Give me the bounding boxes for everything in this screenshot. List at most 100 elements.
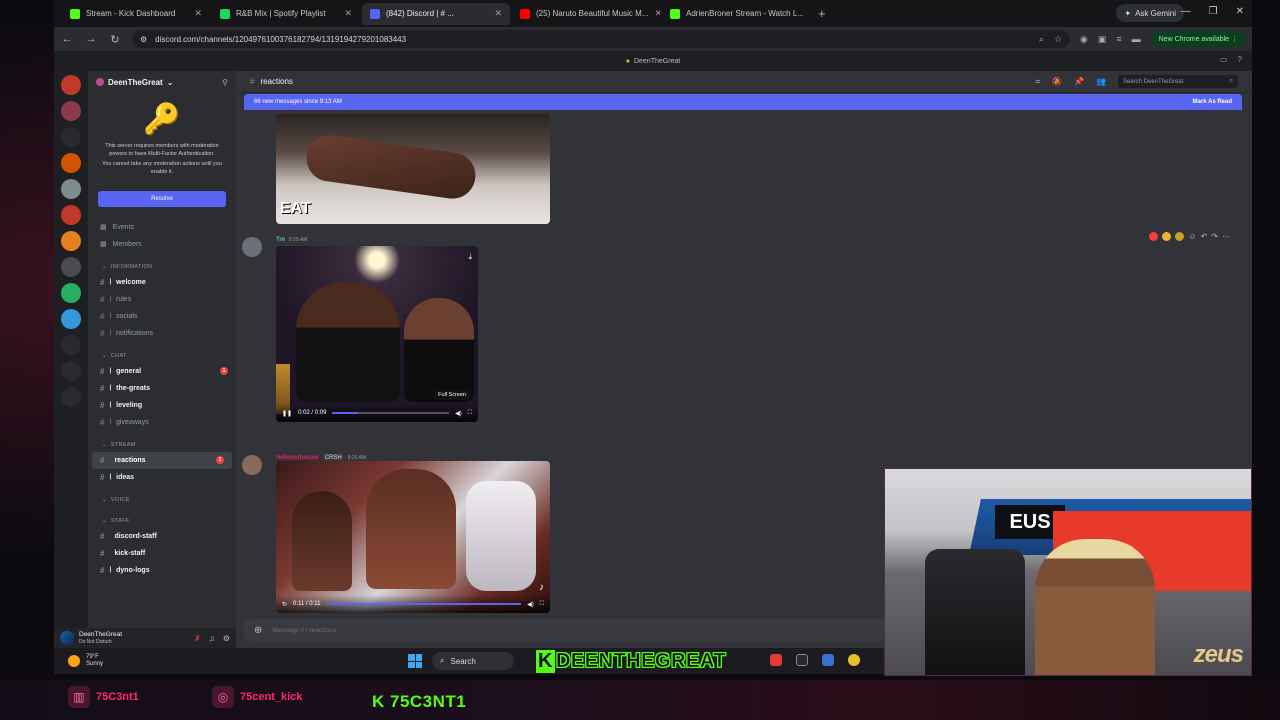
new-messages-bar[interactable]: 66 new messages since 9:13 AM Mark As Re…	[244, 94, 1242, 110]
headphones-icon[interactable]: ♫	[209, 634, 215, 643]
search-input[interactable]: Search DeenTheGreat ⌕	[1118, 75, 1238, 88]
pin-icon[interactable]: 📌	[1074, 77, 1084, 86]
server-icon[interactable]	[61, 101, 81, 121]
author-name[interactable]: Tre	[276, 237, 285, 243]
server-icon[interactable]	[61, 153, 81, 173]
settings-gear-icon[interactable]: ⚙	[223, 634, 230, 643]
reload-icon[interactable]: ↻	[108, 33, 122, 46]
category-staff[interactable]: ⌄ STAFF	[88, 514, 236, 528]
video-embed-3[interactable]: ♪ ↻ 0:11 / 0:11 ◀) ⛶	[276, 461, 550, 613]
channel-ideas[interactable]: # | ideas	[88, 469, 236, 486]
avatar[interactable]	[60, 631, 74, 645]
calculator-app-icon[interactable]	[822, 654, 834, 666]
nav-link-events[interactable]: ▦ Events	[88, 219, 236, 236]
server-icon[interactable]	[61, 361, 81, 381]
server-icon[interactable]	[61, 283, 81, 303]
close-icon[interactable]: ✕	[1236, 6, 1244, 17]
server-icon[interactable]	[61, 309, 81, 329]
server-icon[interactable]	[61, 127, 81, 147]
reply-icon[interactable]: ↶	[1201, 232, 1208, 241]
member-list-icon[interactable]: 👥	[1096, 77, 1106, 86]
channel-notifications[interactable]: # | notifications	[88, 325, 236, 342]
close-tab-icon[interactable]: ✕	[494, 8, 502, 19]
youtube-app-icon[interactable]	[770, 654, 782, 666]
video-progress[interactable]	[326, 603, 522, 605]
browser-tab[interactable]: AdrienBroner Stream - Watch L...✕	[662, 3, 810, 25]
server-icon[interactable]	[61, 205, 81, 225]
download-icon[interactable]: ⤓	[468, 252, 472, 262]
browser-tab[interactable]: (842) Discord | # ... ✕	[362, 2, 510, 25]
video-embed-1[interactable]: EAT	[276, 114, 550, 224]
profile-icon[interactable]: ▬	[1132, 34, 1141, 44]
channel-discord-staff[interactable]: # discord-staff	[88, 528, 236, 545]
emoji-reaction-icon[interactable]	[1175, 232, 1185, 241]
server-header[interactable]: DeenTheGreat ⌄ ⚲	[88, 71, 236, 93]
back-icon[interactable]: ←	[60, 33, 74, 45]
nav-link-members[interactable]: ▦ Members	[88, 236, 236, 253]
channel-kick-staff[interactable]: # kick-staff	[88, 545, 236, 562]
extensions-puzzle-icon[interactable]: ▣	[1098, 34, 1107, 45]
channel-general[interactable]: # | general 1	[88, 363, 236, 380]
volume-icon[interactable]: ◀)	[527, 601, 534, 608]
more-icon[interactable]: ⋯	[1222, 232, 1230, 241]
browser-tab[interactable]: R&B Mix | Spotify Playlist ✕	[212, 3, 360, 25]
fullscreen-icon[interactable]: ⛶	[468, 410, 472, 417]
volume-icon[interactable]: ◀)	[455, 410, 462, 417]
video-embed-2[interactable]: ⤓ Full Screen ❚❚ 0:02 / 0:09 ◀) ⛶	[276, 246, 478, 422]
zoom-icon[interactable]: ⌕	[1039, 34, 1044, 45]
category-information[interactable]: ⌄ INFORMATION	[88, 260, 236, 274]
media-control-icon[interactable]: ≡	[1116, 34, 1121, 44]
close-tab-icon[interactable]: ✕	[654, 8, 660, 19]
server-icon[interactable]	[61, 335, 81, 355]
channel-welcome[interactable]: # | welcome	[88, 274, 236, 291]
chrome-update-button[interactable]: New Chrome available ⋮	[1150, 31, 1246, 47]
category-chat[interactable]: ⌄ CHAT	[88, 349, 236, 363]
inbox-icon[interactable]: ▭	[1220, 55, 1228, 64]
notification-bell-icon[interactable]: 🔕	[1052, 77, 1062, 86]
server-icon[interactable]	[61, 179, 81, 199]
add-reaction-icon[interactable]: ☺	[1188, 232, 1196, 241]
avatar[interactable]	[242, 237, 262, 257]
server-icon[interactable]	[61, 231, 81, 251]
windows-start-icon[interactable]	[408, 654, 422, 668]
add-attachment-icon[interactable]: ⊕	[254, 625, 262, 636]
weather-widget[interactable]: 79°F Sunny	[68, 654, 103, 667]
forward-icon[interactable]: →	[84, 33, 98, 45]
browser-tab[interactable]: (25) Naruto Beautiful Music M... ✕	[512, 3, 660, 25]
channel-the-greats[interactable]: # | the-greats	[88, 380, 236, 397]
minimize-icon[interactable]: —	[1181, 6, 1191, 17]
replay-icon[interactable]: ↻	[282, 601, 287, 608]
pause-icon[interactable]: ❚❚	[282, 410, 292, 417]
maximize-icon[interactable]: ❐	[1209, 6, 1218, 17]
video-progress[interactable]	[332, 412, 450, 414]
taskbar-search[interactable]: ⌕ Search	[432, 652, 514, 670]
site-info-icon[interactable]: ⚙	[140, 35, 147, 44]
close-tab-icon[interactable]: ✕	[344, 8, 352, 19]
chrome-app-icon[interactable]	[848, 654, 860, 666]
laugh-reaction-icon[interactable]	[1162, 232, 1172, 241]
new-tab-button[interactable]: +	[812, 6, 832, 21]
heart-reaction-icon[interactable]	[1149, 232, 1159, 241]
extension-icon[interactable]: ◉	[1080, 34, 1088, 45]
channel-socials[interactable]: # | socials	[88, 308, 236, 325]
close-tab-icon[interactable]: ✕	[194, 8, 202, 19]
ask-gemini-button[interactable]: ✦ Ask Gemini	[1116, 4, 1184, 22]
browser-tab[interactable]: Stream - Kick Dashboard ✕	[62, 3, 210, 25]
server-icon[interactable]	[61, 257, 81, 277]
forward-icon[interactable]: ↷	[1211, 232, 1218, 241]
mic-muted-icon[interactable]: ✗	[194, 634, 201, 643]
fullscreen-icon[interactable]: ⛶	[540, 601, 544, 608]
channel-giveaways[interactable]: # | giveaways	[88, 414, 236, 431]
server-icon[interactable]	[61, 387, 81, 407]
add-member-icon[interactable]: ⚲	[222, 78, 228, 87]
category-voice[interactable]: ⌄ VOICE	[88, 493, 236, 507]
help-icon[interactable]: ?	[1238, 55, 1242, 64]
avatar[interactable]	[242, 455, 262, 475]
threads-icon[interactable]: ⌗	[1036, 77, 1041, 87]
channel-dyno-logs[interactable]: # | dyno-logs	[88, 562, 236, 579]
mark-as-read-button[interactable]: Mark As Read	[1193, 99, 1232, 105]
channel-rules[interactable]: # | rules	[88, 291, 236, 308]
obs-app-icon[interactable]	[796, 654, 808, 666]
channel-leveling[interactable]: # | leveling	[88, 397, 236, 414]
category-stream[interactable]: ⌄ STREAM	[88, 438, 236, 452]
